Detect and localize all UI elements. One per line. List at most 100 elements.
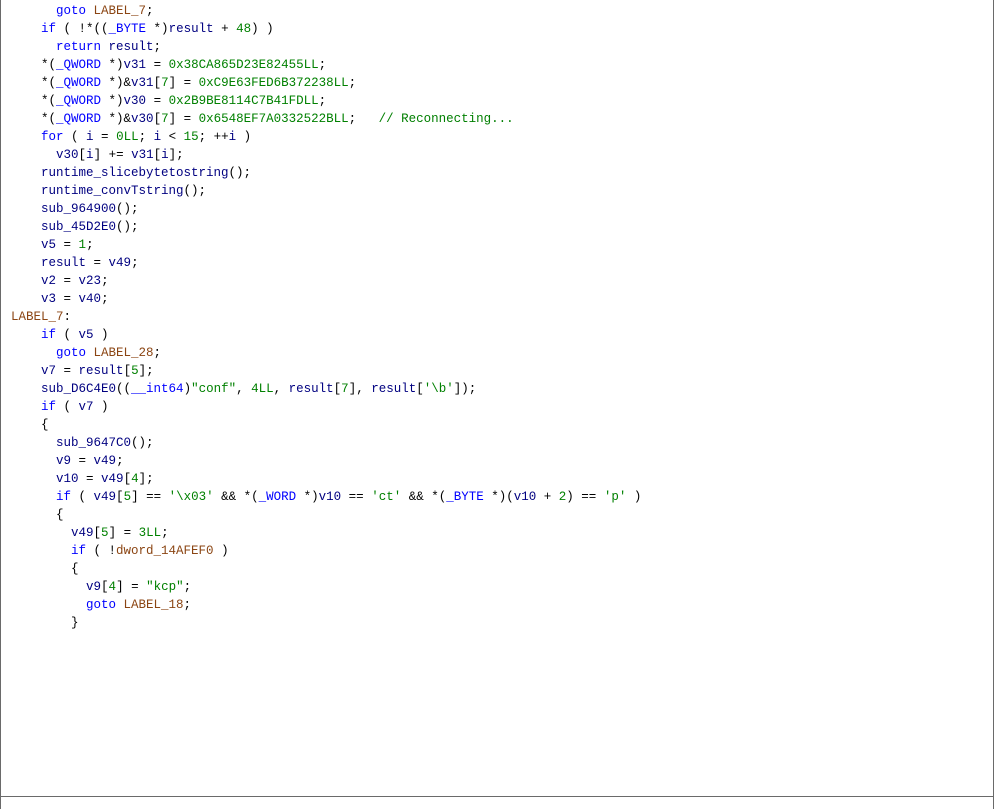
code-token: LABEL_7 bbox=[11, 310, 64, 324]
code-token: sub_964900 bbox=[41, 202, 116, 216]
code-token: sub_45D2E0 bbox=[41, 220, 116, 234]
code-token: v31 bbox=[131, 76, 154, 90]
code-line: goto LABEL_7; bbox=[11, 4, 154, 18]
code-token: v5 bbox=[41, 238, 56, 252]
code-line: v7 = result[5]; bbox=[11, 364, 154, 378]
code-pane: goto LABEL_7; if ( !*((_BYTE *)result + … bbox=[0, 0, 994, 809]
code-line: for ( i = 0LL; i < 15; ++i ) bbox=[11, 130, 251, 144]
code-line: goto LABEL_18; bbox=[11, 598, 191, 612]
code-token: v49 bbox=[101, 472, 124, 486]
code-token: _BYTE bbox=[446, 490, 484, 504]
code-token: result bbox=[289, 382, 334, 396]
code-token: '\b' bbox=[424, 382, 454, 396]
code-token: _QWORD bbox=[56, 58, 101, 72]
code-token: result bbox=[79, 364, 124, 378]
code-token: if bbox=[11, 328, 56, 342]
code-line: *(_QWORD *)v30 = 0x2B9BE8114C7B41FDLL; bbox=[11, 94, 326, 108]
code-token: LABEL_18 bbox=[124, 598, 184, 612]
code-token: i bbox=[86, 148, 94, 162]
code-token: v30 bbox=[124, 94, 147, 108]
code-token: v9 bbox=[86, 580, 101, 594]
code-line: *(_QWORD *)v31 = 0x38CA865D23E82455LL; bbox=[11, 58, 326, 72]
code-token: v31 bbox=[124, 58, 147, 72]
code-token: // Reconnecting... bbox=[379, 112, 514, 126]
code-line: if ( v7 ) bbox=[11, 400, 109, 414]
code-token: goto bbox=[11, 598, 124, 612]
code-token: sub_D6C4E0 bbox=[41, 382, 116, 396]
code-token: 4LL bbox=[251, 382, 274, 396]
code-line: v49[5] = 3LL; bbox=[11, 526, 169, 540]
code-token: _QWORD bbox=[56, 76, 101, 90]
code-token: v31 bbox=[131, 148, 154, 162]
code-token: LABEL_28 bbox=[94, 346, 154, 360]
code-token: runtime_slicebytetostring bbox=[41, 166, 229, 180]
code-token: v10 bbox=[319, 490, 342, 504]
code-line: sub_45D2E0(); bbox=[11, 220, 139, 234]
code-token: v3 bbox=[41, 292, 56, 306]
code-token: v10 bbox=[56, 472, 79, 486]
code-token: v9 bbox=[56, 454, 71, 468]
code-token: i bbox=[154, 130, 162, 144]
code-token: 3LL bbox=[139, 526, 162, 540]
code-token: v2 bbox=[41, 274, 56, 288]
code-line: runtime_slicebytetostring(); bbox=[11, 166, 251, 180]
code-line: v9[4] = "kcp"; bbox=[11, 580, 191, 594]
code-token: v30 bbox=[131, 112, 154, 126]
code-token: v23 bbox=[79, 274, 102, 288]
code-listing: goto LABEL_7; if ( !*((_BYTE *)result + … bbox=[1, 0, 993, 632]
code-token: return bbox=[11, 40, 109, 54]
code-token: v49 bbox=[109, 256, 132, 270]
code-token: _QWORD bbox=[56, 94, 101, 108]
code-line: v30[i] += v31[i]; bbox=[11, 148, 184, 162]
code-token: v5 bbox=[79, 328, 94, 342]
code-token: '\x03' bbox=[169, 490, 214, 504]
code-line: goto LABEL_28; bbox=[11, 346, 161, 360]
code-line: runtime_convTstring(); bbox=[11, 184, 206, 198]
code-token: 4 bbox=[131, 472, 139, 486]
code-token: if bbox=[11, 22, 56, 36]
code-token: if bbox=[11, 544, 86, 558]
code-line: { bbox=[11, 508, 64, 522]
code-line: result = v49; bbox=[11, 256, 139, 270]
code-line: sub_D6C4E0((__int64)"conf", 4LL, result[… bbox=[11, 382, 476, 396]
code-token: 1 bbox=[79, 238, 87, 252]
code-token: 0LL bbox=[116, 130, 139, 144]
code-line: if ( v5 ) bbox=[11, 328, 109, 342]
code-line: *(_QWORD *)&v31[7] = 0xC9E63FED6B372238L… bbox=[11, 76, 356, 90]
code-token: 'p' bbox=[604, 490, 627, 504]
code-token: _QWORD bbox=[56, 112, 101, 126]
code-token: i bbox=[86, 130, 94, 144]
code-token: 15 bbox=[184, 130, 199, 144]
code-line: v10 = v49[4]; bbox=[11, 472, 154, 486]
code-token: i bbox=[229, 130, 237, 144]
code-token: v10 bbox=[514, 490, 537, 504]
code-token: result bbox=[41, 256, 86, 270]
code-token: 0x2B9BE8114C7B41FDLL bbox=[169, 94, 319, 108]
code-token: result bbox=[371, 382, 416, 396]
code-token: 0x6548EF7A0332522BLL bbox=[199, 112, 349, 126]
code-line: if ( !dword_14AFEF0 ) bbox=[11, 544, 229, 558]
code-token: if bbox=[11, 490, 71, 504]
code-token: 'ct' bbox=[371, 490, 401, 504]
code-line: sub_9647C0(); bbox=[11, 436, 154, 450]
code-token: goto bbox=[11, 4, 94, 18]
code-token: for bbox=[11, 130, 64, 144]
code-token: 2 bbox=[559, 490, 567, 504]
code-token: 7 bbox=[341, 382, 349, 396]
code-token: v7 bbox=[41, 364, 56, 378]
code-token: 5 bbox=[124, 490, 132, 504]
code-line: } bbox=[11, 616, 79, 630]
code-token: 0xC9E63FED6B372238LL bbox=[199, 76, 349, 90]
code-line: v5 = 1; bbox=[11, 238, 94, 252]
code-line: { bbox=[11, 562, 79, 576]
code-line: if ( v49[5] == '\x03' && *(_WORD *)v10 =… bbox=[11, 490, 641, 504]
code-token: "conf" bbox=[191, 382, 236, 396]
code-token: 5 bbox=[101, 526, 109, 540]
code-line: LABEL_7: bbox=[11, 310, 71, 324]
code-token: v30 bbox=[56, 148, 79, 162]
code-line: if ( !*((_BYTE *)result + 48) ) bbox=[11, 22, 274, 36]
code-token: result bbox=[109, 40, 154, 54]
code-token: v49 bbox=[94, 490, 117, 504]
code-token: if bbox=[11, 400, 56, 414]
code-token: v7 bbox=[79, 400, 94, 414]
